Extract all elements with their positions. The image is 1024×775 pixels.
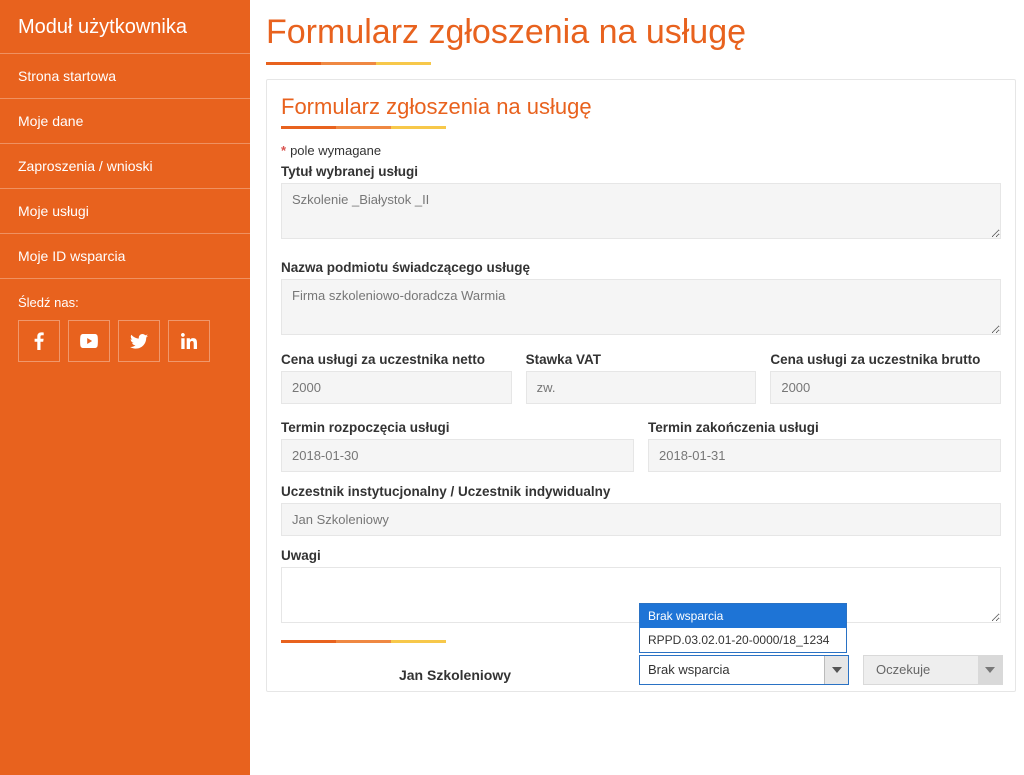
main: Formularz zgłoszenia na usługę Formularz… [250, 0, 1024, 775]
accent-separator-small [281, 126, 1001, 129]
sidebar: Moduł użytkownika Strona startowa Moje d… [0, 0, 250, 775]
twitter-icon[interactable] [118, 320, 160, 362]
support-option[interactable]: RPPD.03.02.01-20-0000/18_1234 [640, 628, 846, 652]
participant-name: Jan Szkoleniowy [285, 657, 625, 683]
label-price-gross: Cena usługi za uczestnika brutto [770, 352, 1001, 367]
linkedin-icon[interactable] [168, 320, 210, 362]
support-dropdown-select[interactable]: Brak wsparcia [639, 655, 849, 685]
form-card-title: Formularz zgłoszenia na usługę [281, 94, 1001, 120]
support-dropdown[interactable]: Brak wsparcia RPPD.03.02.01-20-0000/18_1… [639, 655, 849, 685]
required-note-text: pole wymagane [290, 143, 381, 158]
input-vat-rate[interactable] [526, 371, 757, 404]
input-end-date[interactable] [648, 439, 1001, 472]
input-service-title[interactable]: Szkolenie _Białystok _II [281, 183, 1001, 239]
support-dropdown-popup: Brak wsparcia RPPD.03.02.01-20-0000/18_1… [639, 603, 847, 653]
sidebar-item-supportid[interactable]: Moje ID wsparcia [0, 234, 250, 279]
label-service-title: Tytuł wybranej usługi [281, 164, 1001, 179]
label-end-date: Termin zakończenia usługi [648, 420, 1001, 435]
support-option-selected[interactable]: Brak wsparcia [640, 604, 846, 628]
input-start-date[interactable] [281, 439, 634, 472]
sidebar-item-home[interactable]: Strona startowa [0, 54, 250, 99]
participant-row: Jan Szkoleniowy Brak wsparcia RPPD.03.02… [281, 655, 1001, 685]
sidebar-item-mydata[interactable]: Moje dane [0, 99, 250, 144]
input-price-net[interactable] [281, 371, 512, 404]
follow-label: Śledź nas: [0, 279, 250, 320]
status-select[interactable]: Oczekuje [863, 655, 1003, 685]
sidebar-item-services[interactable]: Moje usługi [0, 189, 250, 234]
form-card: Formularz zgłoszenia na usługę *pole wym… [266, 79, 1016, 692]
youtube-icon[interactable] [68, 320, 110, 362]
input-participant-type[interactable] [281, 503, 1001, 536]
chevron-down-icon[interactable] [824, 656, 848, 684]
status-value: Oczekuje [864, 656, 978, 684]
required-note: *pole wymagane [281, 143, 1001, 158]
label-remarks: Uwagi [281, 548, 1001, 563]
accent-separator [266, 62, 1016, 65]
input-price-gross[interactable] [770, 371, 1001, 404]
chevron-down-icon[interactable] [978, 656, 1002, 684]
sidebar-item-invites[interactable]: Zaproszenia / wnioski [0, 144, 250, 189]
label-provider-name: Nazwa podmiotu świadczącego usługę [281, 260, 1001, 275]
label-start-date: Termin rozpoczęcia usługi [281, 420, 634, 435]
label-price-net: Cena usługi za uczestnika netto [281, 352, 512, 367]
social-row [0, 320, 250, 362]
sidebar-title: Moduł użytkownika [0, 0, 250, 54]
page-title: Formularz zgłoszenia na usługę [266, 13, 1016, 52]
label-vat-rate: Stawka VAT [526, 352, 757, 367]
facebook-icon[interactable] [18, 320, 60, 362]
support-dropdown-value: Brak wsparcia [640, 656, 824, 684]
input-provider-name[interactable]: Firma szkoleniowo-doradcza Warmia [281, 279, 1001, 335]
label-participant-type: Uczestnik instytucjonalny / Uczestnik in… [281, 484, 1001, 499]
